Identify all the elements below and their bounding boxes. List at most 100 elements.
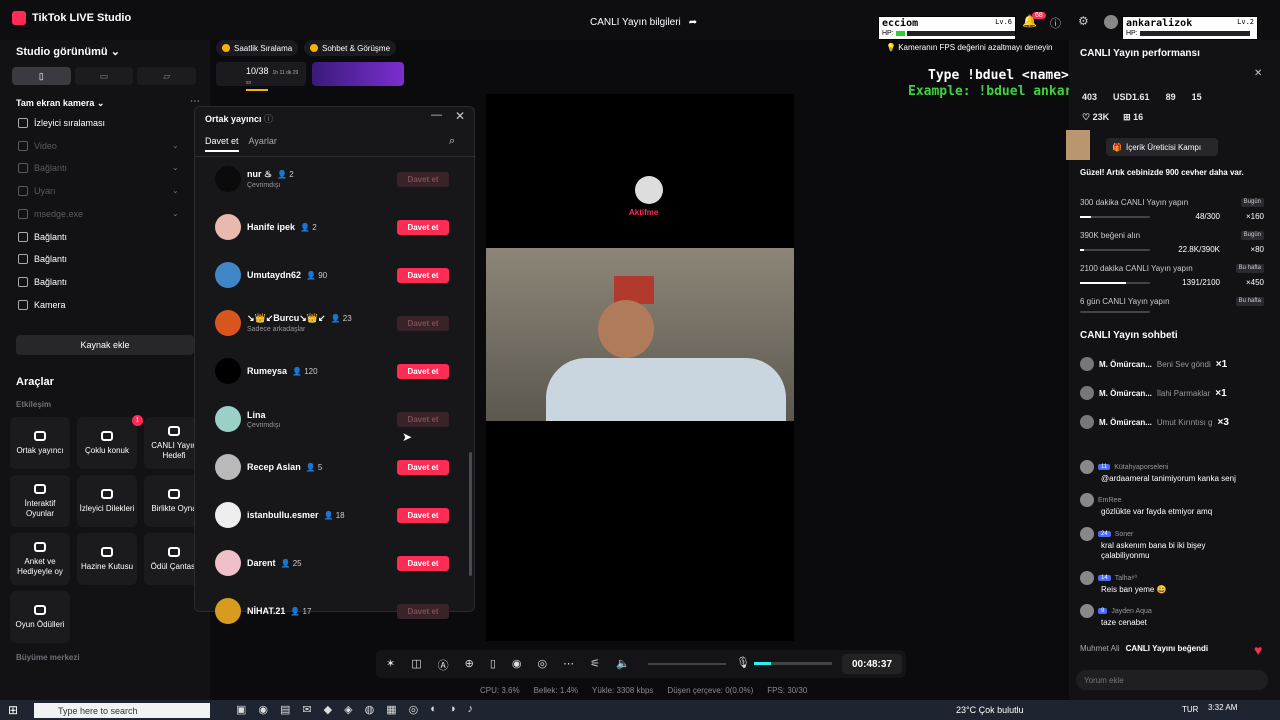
capture-icon[interactable]: ◎ — [538, 657, 548, 673]
divider — [195, 156, 476, 157]
weather[interactable]: 23°C Çok bulutlu — [956, 705, 1024, 715]
language-indicator[interactable]: TUR — [1182, 705, 1198, 714]
tab-settings[interactable]: Ayarlar — [249, 136, 277, 152]
tool-button[interactable]: İzleyici Dilekleri — [77, 475, 137, 527]
app-icon[interactable]: ◆ — [324, 703, 332, 716]
invite-button[interactable]: Davet et — [397, 315, 449, 331]
app-icon[interactable]: ◍ — [365, 703, 375, 716]
taskbar-search[interactable]: Type here to search — [34, 703, 210, 718]
upload-stat: Yükle: 3308 kbps — [592, 686, 654, 695]
source-item[interactable]: Kamera — [18, 299, 66, 310]
tool-button[interactable]: İnteraktif Oyunlar — [10, 475, 70, 527]
promo-banner[interactable] — [312, 62, 404, 86]
app-icon[interactable]: ▦ — [386, 703, 396, 716]
rank-icon — [222, 44, 230, 52]
clock[interactable]: 3:32 AM — [1208, 703, 1237, 712]
edge-icon[interactable]: ◉ — [258, 703, 268, 716]
scene-name[interactable]: Tam ekran kamera ⌄ — [16, 98, 104, 109]
add-icon[interactable]: ⊕ — [465, 657, 474, 673]
sticker-icon[interactable]: ◫ — [411, 657, 421, 673]
source-item[interactable]: msedge.exe — [18, 208, 83, 219]
tool-button[interactable]: Hazine Kutusu — [77, 533, 137, 585]
mic-level[interactable] — [754, 662, 832, 665]
tool-button[interactable]: Oyun Ödülleri — [10, 591, 70, 643]
hourly-ranking-pill[interactable]: Saatlik Sıralama — [216, 40, 299, 56]
chevron-down-icon[interactable]: ⌄ — [172, 163, 179, 172]
task-view-icon[interactable]: ▣ — [236, 703, 246, 716]
mic-icon[interactable]: 🎙 — [736, 656, 750, 669]
settings-sliders-icon[interactable]: ⚟ — [590, 657, 600, 673]
record-icon[interactable]: ◉ — [512, 657, 522, 673]
campaign-button[interactable]: 🎁 İçerik Üreticisi Kampı — [1106, 138, 1218, 156]
source-item[interactable]: Bağlantı — [18, 163, 67, 174]
store-icon[interactable]: ▤ — [280, 703, 290, 716]
search-icon[interactable]: ⌕ — [449, 135, 455, 148]
growth-heading: Büyüme merkezi — [16, 653, 80, 662]
source-item[interactable]: İzleyici sıralaması — [18, 118, 105, 128]
portrait-icon[interactable]: ▯ — [490, 657, 496, 673]
invite-button[interactable]: Davet et — [397, 555, 449, 571]
chrome-icon[interactable]: ◎ — [409, 703, 419, 716]
invite-button[interactable]: Davet et — [397, 219, 449, 235]
portrait-view-tab[interactable]: ▯ — [12, 67, 71, 85]
source-item[interactable]: Uyarı — [18, 186, 56, 197]
liked-event: Muhmet Ali CANLI Yayını beğendi — [1080, 644, 1209, 653]
tool-button[interactable]: Çoklu konuk — [77, 417, 137, 469]
landscape-view-tab[interactable]: ▭ — [74, 67, 134, 85]
source-item[interactable]: Video — [18, 140, 57, 151]
chevron-down-icon[interactable]: ⌄ — [172, 186, 179, 195]
source-item[interactable]: Bağlantı — [18, 276, 67, 287]
tool-icon — [34, 430, 46, 441]
help-icon[interactable]: ⓘ — [1050, 15, 1061, 31]
windows-start-icon[interactable]: ⊞ — [8, 703, 18, 717]
source-icon — [18, 208, 28, 219]
modal-tabs: Davet et Ayarlar — [205, 136, 277, 152]
more-options-icon[interactable]: ⋯ — [563, 657, 574, 673]
studio-view-heading[interactable]: Studio görünümü ⌄ — [16, 45, 120, 58]
chat-message: 9 Jayden Aqua taze cenabet — [1080, 604, 1248, 628]
minimize-icon[interactable]: — — [431, 109, 442, 121]
follower-count: 👤 2 — [300, 222, 317, 232]
effects-icon[interactable]: ✶ — [386, 657, 395, 673]
comment-input[interactable]: Yorum ekle — [1076, 670, 1268, 690]
tab-invite[interactable]: Davet et — [205, 136, 239, 152]
dismiss-icon[interactable]: ✕ — [1254, 68, 1262, 79]
sticker-avatar — [635, 176, 663, 204]
source-item[interactable]: Bağlantı — [18, 231, 67, 242]
chevron-down-icon[interactable]: ⌄ — [172, 141, 179, 150]
app-icon[interactable]: ◑ — [449, 703, 456, 716]
share-icon[interactable]: ➦ — [689, 17, 697, 28]
chat-meet-pill[interactable]: Sohbet & Görüşme — [304, 40, 397, 56]
close-icon[interactable]: ✕ — [455, 109, 465, 123]
chevron-down-icon[interactable]: ⌄ — [172, 209, 179, 218]
invite-button[interactable]: Davet et — [397, 459, 449, 475]
app-icon[interactable]: ◈ — [344, 703, 352, 716]
fps-tip: 💡 Kameranın FPS değerini azaltmayı deney… — [886, 43, 1053, 52]
invite-button[interactable]: Davet et — [397, 171, 449, 187]
tools-heading: Araçlar — [16, 376, 54, 388]
invite-button[interactable]: Davet et — [397, 267, 449, 283]
invite-button[interactable]: Davet et — [397, 411, 449, 427]
invite-button[interactable]: Davet et — [397, 507, 449, 523]
avatar[interactable] — [1104, 15, 1118, 29]
scrollbar[interactable] — [469, 452, 472, 576]
ai-icon[interactable]: Ⓐ — [438, 657, 449, 673]
info-icon[interactable]: ⓘ — [264, 114, 273, 124]
mail-icon[interactable]: ✉ — [302, 703, 311, 716]
layout-view-tab[interactable]: ▱ — [137, 67, 197, 85]
add-source-button[interactable]: Kaynak ekle — [16, 335, 194, 355]
volume-slider[interactable] — [648, 663, 726, 665]
tool-button[interactable]: Anket ve Hediyeyle oy — [10, 533, 70, 585]
tiktok-icon[interactable]: ♪ — [468, 703, 474, 716]
live-info-title[interactable]: CANLI Yayın bilgileri ➦ — [590, 17, 697, 28]
follower-count: 👤 90 — [306, 270, 328, 280]
goal-widget[interactable]: 10/38 1h 11 dk 29 sn — [216, 62, 306, 91]
gear-icon[interactable]: ⚙ — [1078, 14, 1089, 28]
invite-button[interactable]: Davet et — [397, 603, 449, 619]
app-icon[interactable]: ◐ — [430, 703, 437, 716]
speaker-icon[interactable]: 🔈 — [616, 657, 630, 673]
tool-button[interactable]: Ortak yayıncı — [10, 417, 70, 469]
chat-message: 14 Talha⁸⁰ Reis ban yeme 😀 — [1080, 571, 1248, 595]
source-item[interactable]: Bağlantı — [18, 254, 67, 265]
invite-button[interactable]: Davet et — [397, 363, 449, 379]
